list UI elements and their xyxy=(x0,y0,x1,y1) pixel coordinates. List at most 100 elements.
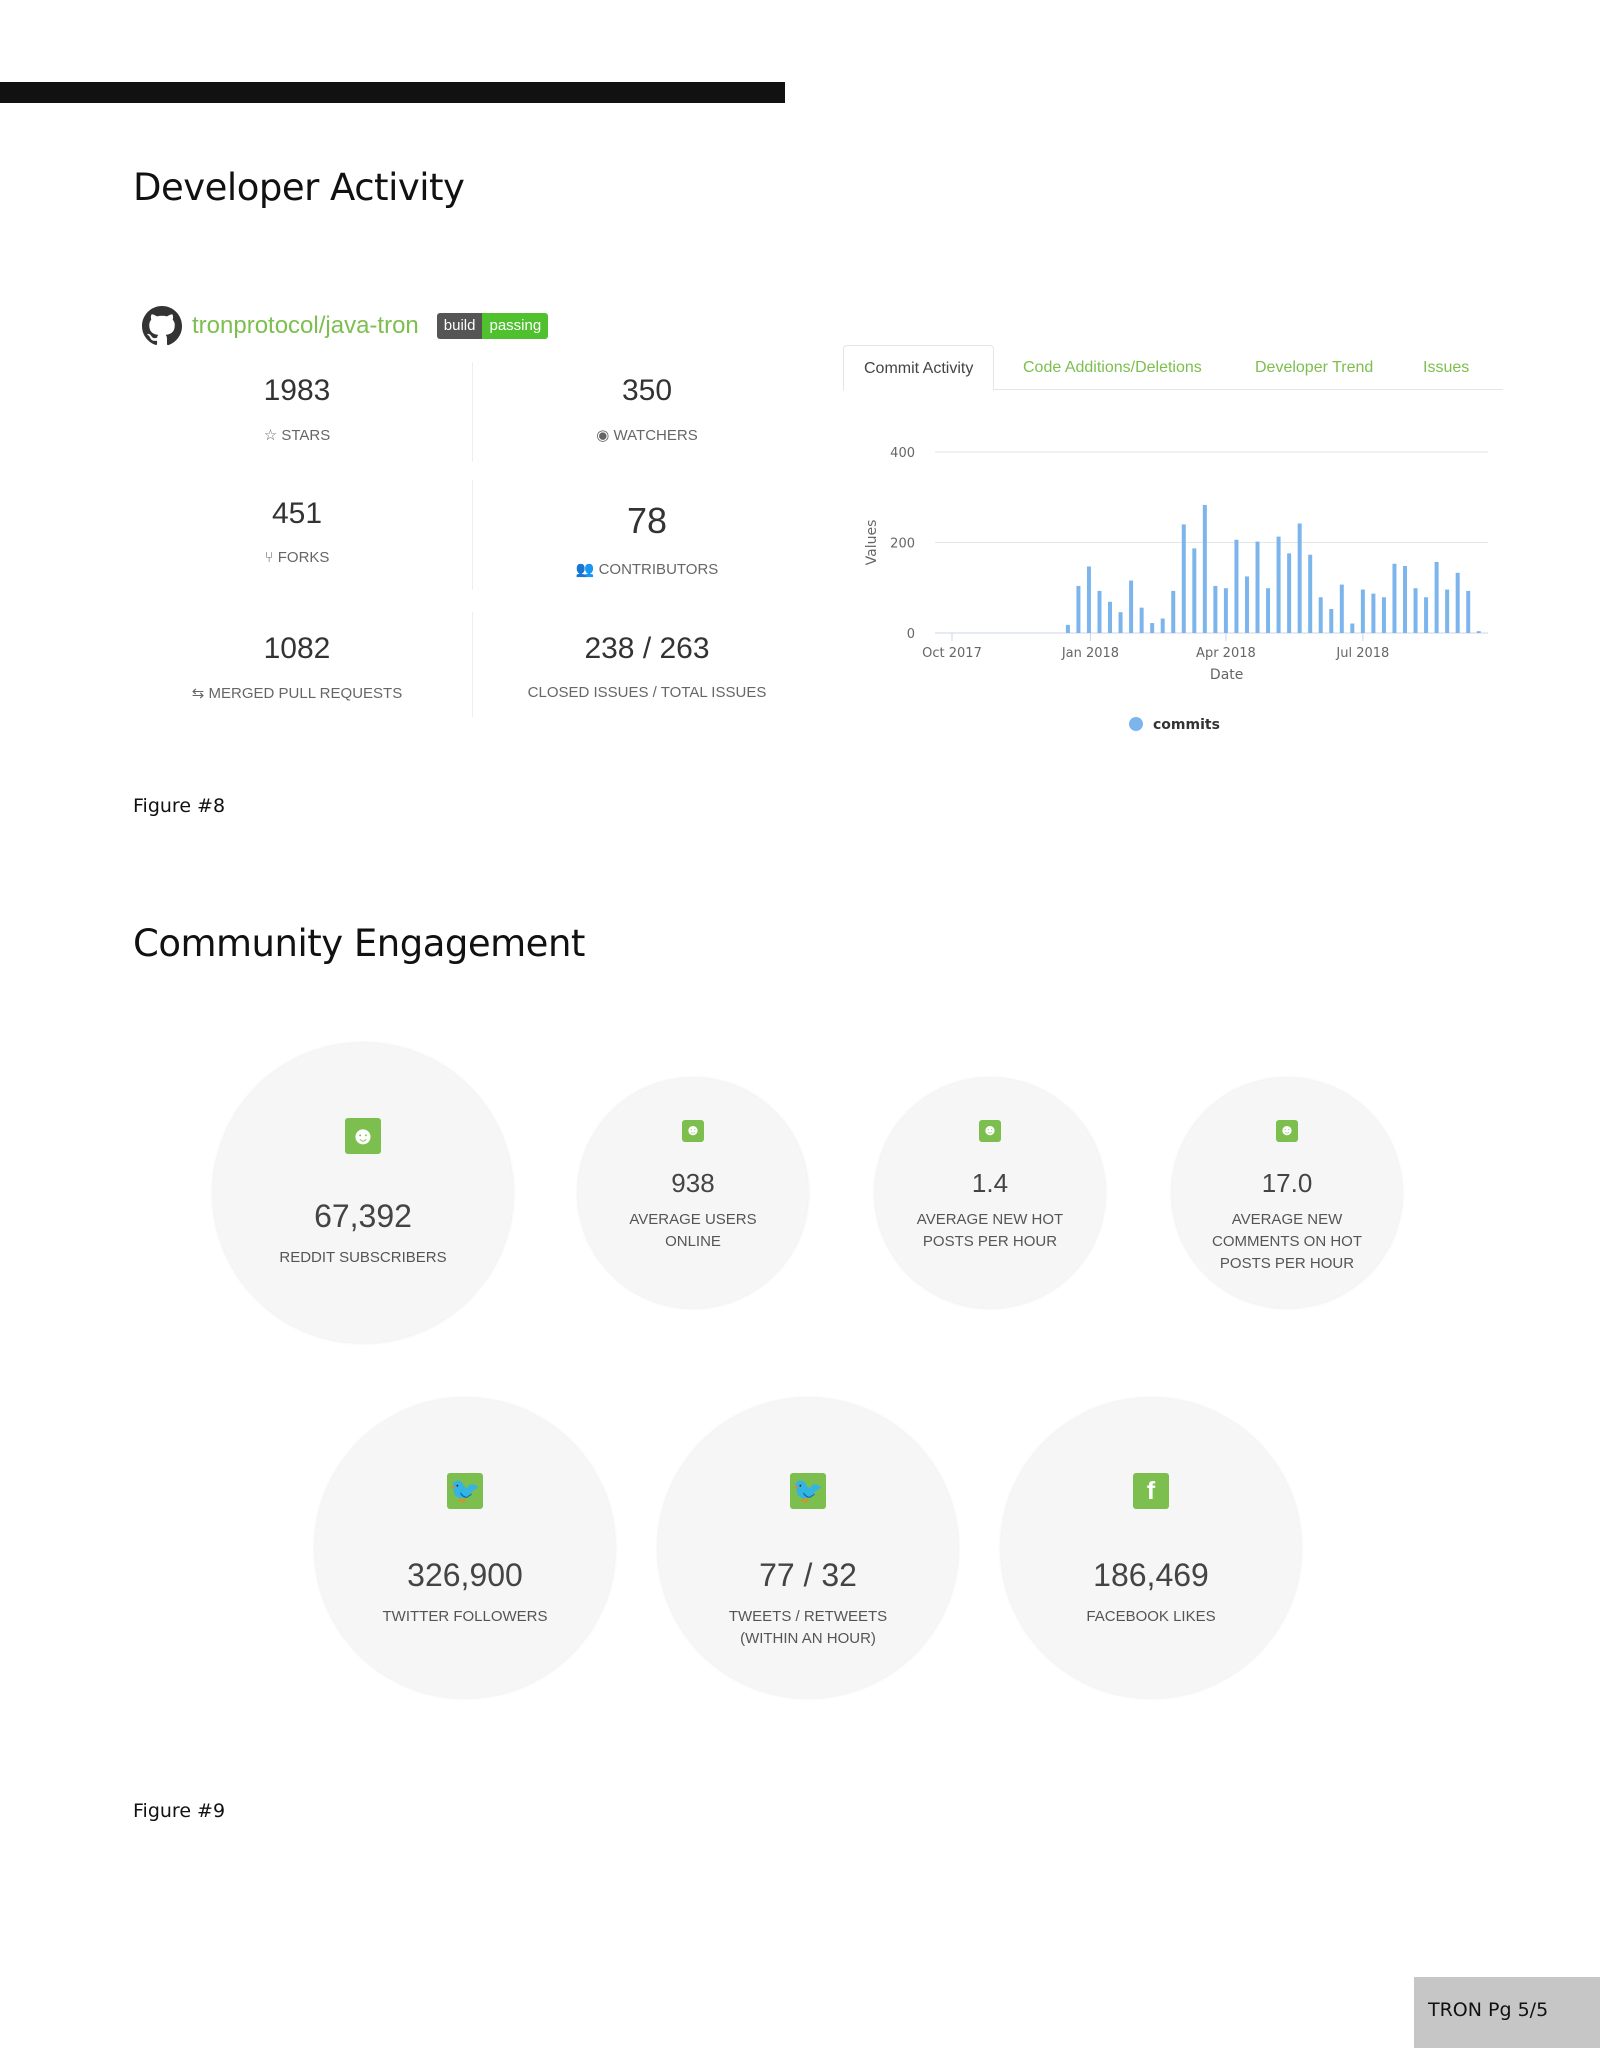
bar xyxy=(1171,590,1176,633)
legend-marker xyxy=(1129,717,1143,731)
bar xyxy=(1202,504,1207,633)
community-engagement-heading: Community Engagement xyxy=(133,922,585,965)
bar xyxy=(1223,588,1228,633)
bar xyxy=(1424,597,1429,633)
x-tick-label: Jan 2018 xyxy=(1061,646,1119,661)
stat-stars: 1983 ☆ STARS xyxy=(127,374,467,444)
bar xyxy=(1097,590,1102,633)
stat-value: 17.0 xyxy=(1261,1168,1313,1198)
reddit-icon: ☻ xyxy=(345,1118,381,1154)
stat-value: 1983 xyxy=(263,374,331,407)
bar xyxy=(1181,524,1186,633)
divider xyxy=(472,480,473,590)
stat-merged-prs: 1082 ⇆ MERGED PULL REQUESTS xyxy=(127,632,467,702)
stat-label: FORKS xyxy=(277,549,330,566)
bar xyxy=(1360,589,1365,633)
stat-value: 77 / 32 xyxy=(759,1557,857,1593)
figure-9-caption: Figure #9 xyxy=(133,1800,226,1822)
x-tick-label: Jul 2018 xyxy=(1335,646,1389,661)
stat-circle: 🐦 77 / 32 TWEETS / RETWEETS (WITHIN AN H… xyxy=(658,1398,958,1698)
bar xyxy=(1445,589,1450,633)
bar xyxy=(1434,561,1439,633)
legend-label: commits xyxy=(1153,717,1220,733)
stat-label: TWEETS / RETWEETS (WITHIN AN HOUR) xyxy=(728,1608,888,1647)
bar xyxy=(1350,623,1355,633)
twitter-icon: 🐦 xyxy=(790,1473,826,1509)
stat-circle: f 186,469 FACEBOOK LIKES xyxy=(1001,1398,1301,1698)
badge-status: passing xyxy=(482,313,549,339)
divider xyxy=(472,362,473,462)
stat-label: FACEBOOK LIKES xyxy=(1086,1608,1216,1625)
tab-developer-trend[interactable]: Developer Trend xyxy=(1255,345,1373,391)
bar xyxy=(1318,597,1323,633)
stat-contributors: 78 👥 CONTRIBUTORS xyxy=(477,500,817,578)
badge-label: build xyxy=(436,313,483,339)
stat-circle: ☻ 938 AVERAGE USERS ONLINE xyxy=(578,1078,808,1308)
stat-circle: ☻ 67,392 REDDIT SUBSCRIBERS xyxy=(213,1043,513,1343)
figure-8-caption: Figure #8 xyxy=(133,795,226,817)
stat-value: 238 / 263 xyxy=(584,632,710,665)
stat-value: 350 xyxy=(621,374,673,407)
bar xyxy=(1403,566,1408,633)
stat-forks: 451 ⑂ FORKS xyxy=(127,497,467,566)
bar xyxy=(1297,523,1302,633)
github-icon xyxy=(142,306,182,346)
stat-label: TWITTER FOLLOWERS xyxy=(382,1608,548,1625)
bar xyxy=(1234,539,1239,633)
facebook-icon: f xyxy=(1133,1473,1169,1509)
bar xyxy=(1339,584,1344,633)
merge-icon: ⇆ xyxy=(191,685,209,702)
tab-commit-activity[interactable]: Commit Activity xyxy=(843,345,995,391)
bar xyxy=(1076,585,1081,633)
bar xyxy=(1086,566,1091,633)
stat-issues: 238 / 263 CLOSED ISSUES / TOTAL ISSUES xyxy=(477,632,817,701)
stat-circle: ☻ 17.0 AVERAGE NEW COMMENTS ON HOT POSTS… xyxy=(1172,1078,1402,1308)
build-badge: build passing xyxy=(436,313,549,339)
star-icon: ☆ xyxy=(263,427,282,444)
bar xyxy=(1466,590,1471,633)
stat-circle: 🐦 326,900 TWITTER FOLLOWERS xyxy=(315,1398,615,1698)
reddit-icon: ☻ xyxy=(682,1120,704,1142)
bar xyxy=(1213,585,1218,633)
x-tick-label: Oct 2017 xyxy=(922,646,982,661)
bar xyxy=(1308,554,1313,633)
stat-value: 78 xyxy=(626,500,668,541)
bar xyxy=(1192,548,1197,633)
y-tick-label: 200 xyxy=(890,537,915,552)
bar xyxy=(1255,541,1260,633)
tab-code-additions[interactable]: Code Additions/Deletions xyxy=(1023,345,1202,391)
x-tick-label: Apr 2018 xyxy=(1196,646,1256,661)
bar xyxy=(1392,563,1397,633)
repo-header: tronprotocol/java-tron build passing xyxy=(142,306,549,346)
stat-watchers: 350 ◉ WATCHERS xyxy=(477,374,817,444)
twitter-icon: 🐦 xyxy=(447,1473,483,1509)
bar xyxy=(1371,593,1376,633)
commit-activity-chart: 0 200 400 Oct 2017 Jan 2018 Apr 2018 Jul 2018 D… xyxy=(864,446,1488,733)
header-bar xyxy=(0,82,785,103)
page-footer: TRON Pg 5/5 xyxy=(1414,1977,1600,2048)
y-tick-label: 400 xyxy=(890,446,915,461)
bar xyxy=(1160,618,1165,633)
bar xyxy=(1276,536,1281,633)
stat-value: 938 xyxy=(671,1168,715,1198)
bar xyxy=(1139,607,1144,633)
reddit-icon: ☻ xyxy=(1276,1120,1298,1142)
chart-tabs: Commit Activity Code Additions/Deletions… xyxy=(843,345,1503,391)
stat-label: MERGED PULL REQUESTS xyxy=(208,685,403,702)
users-icon: 👥 xyxy=(575,561,599,578)
stat-label: AVERAGE NEW HOT POSTS PER HOUR xyxy=(916,1211,1064,1250)
tab-issues[interactable]: Issues xyxy=(1423,345,1469,391)
stat-value: 186,469 xyxy=(1093,1557,1209,1593)
stat-label: STARS xyxy=(281,427,331,444)
divider xyxy=(472,612,473,717)
stat-value: 326,900 xyxy=(407,1557,523,1593)
bar xyxy=(1150,623,1155,633)
x-axis-title: Date xyxy=(1210,667,1243,683)
fork-icon: ⑂ xyxy=(264,549,278,566)
bar xyxy=(1381,597,1386,633)
repo-link[interactable]: tronprotocol/java-tron xyxy=(192,312,419,340)
stat-value: 451 xyxy=(271,497,323,530)
stat-value: 67,392 xyxy=(314,1198,412,1234)
stat-label: REDDIT SUBSCRIBERS xyxy=(279,1249,447,1266)
bar xyxy=(1287,553,1292,633)
